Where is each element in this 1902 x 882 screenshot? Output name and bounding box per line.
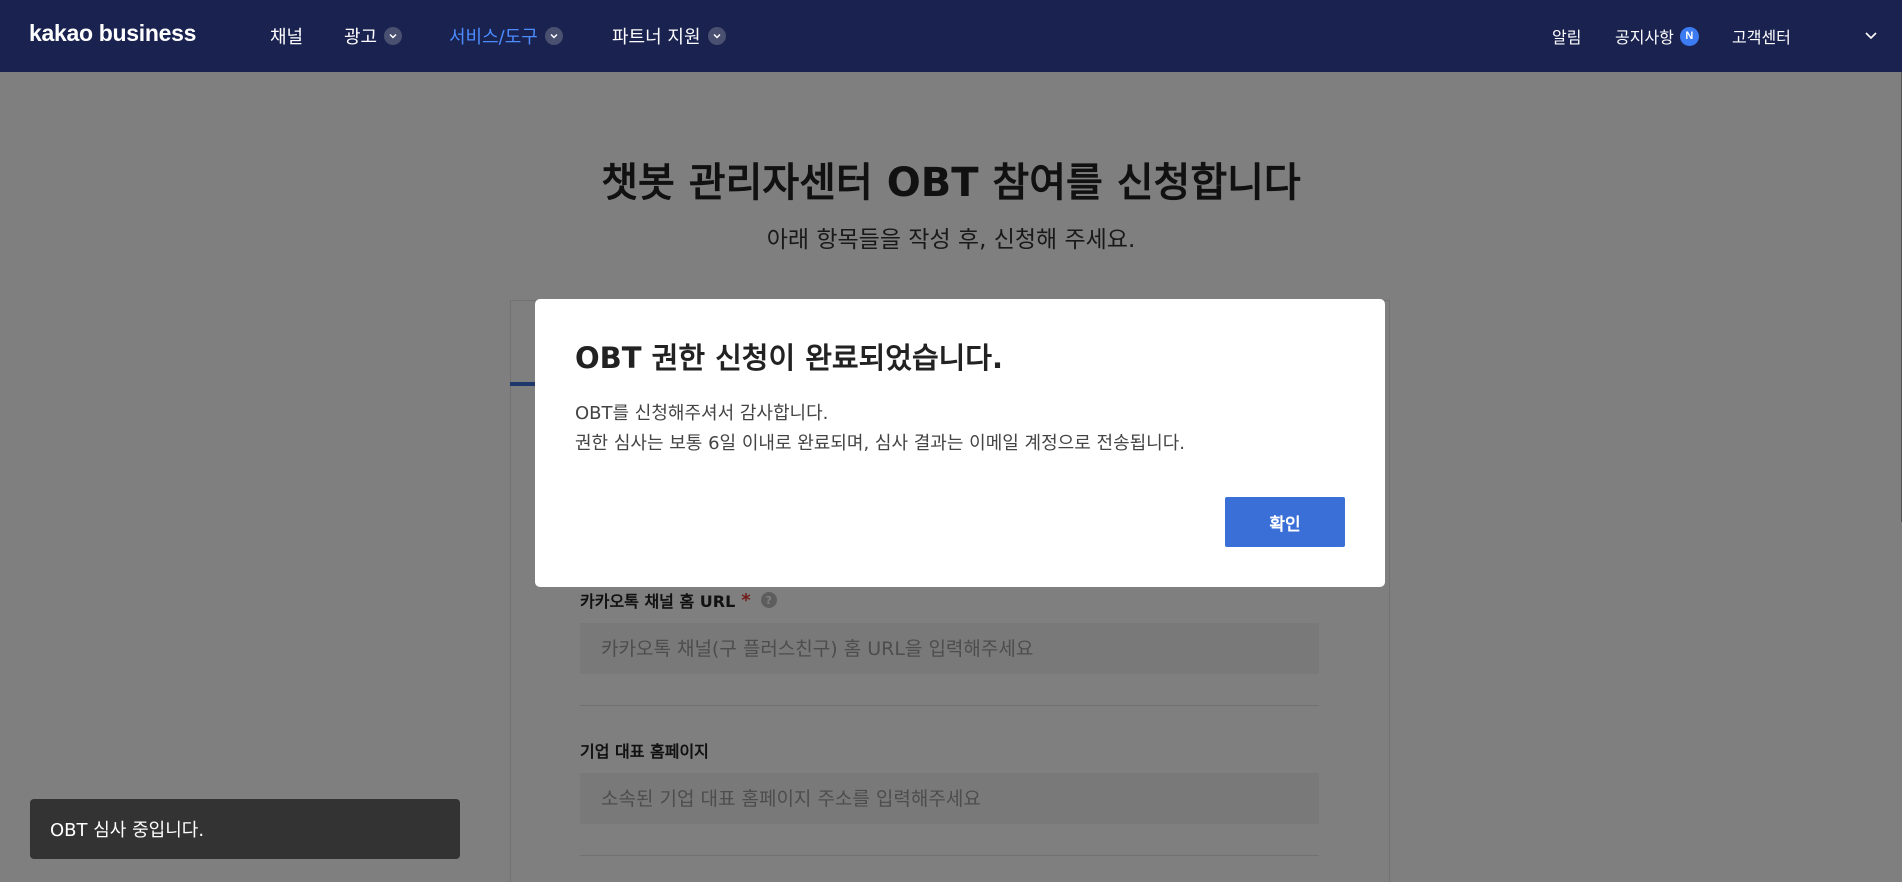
nav-item-label: 광고 bbox=[344, 27, 378, 48]
dialog-message-line: OBT를 신청해주셔서 감사합니다. bbox=[575, 403, 829, 424]
nav-item-label: 채널 bbox=[270, 27, 304, 48]
nav-item-ads[interactable]: 광고 bbox=[344, 22, 403, 50]
account-chevron-down-icon[interactable] bbox=[1864, 28, 1878, 42]
dialog-title: OBT 권한 신청이 완료되었습니다. bbox=[575, 341, 1004, 375]
nav-item-partner-support[interactable]: 파트너 지원 bbox=[612, 22, 726, 50]
nav-item-label: 파트너 지원 bbox=[612, 27, 701, 48]
toast-message: OBT 심사 중입니다. bbox=[50, 820, 205, 841]
notifications-link[interactable]: 알림 bbox=[1552, 24, 1581, 48]
support-center-link[interactable]: 고객센터 bbox=[1732, 24, 1791, 48]
notices-label: 공지사항 bbox=[1615, 28, 1674, 47]
top-navigation-bar: kakao business 채널 광고 서비스/도구 파트너 지원 알림 공지… bbox=[0, 0, 1902, 72]
dialog-message-line: 권한 심사는 보통 6일 이내로 완료되며, 심사 결과는 이메일 계정으로 전… bbox=[575, 433, 1186, 454]
nav-item-channel[interactable]: 채널 bbox=[270, 22, 303, 50]
dialog-body: OBT를 신청해주셔서 감사합니다. 권한 심사는 보통 6일 이내로 완료되며… bbox=[575, 399, 1185, 459]
nav-item-services-tools[interactable]: 서비스/도구 bbox=[449, 22, 563, 50]
new-badge: N bbox=[1679, 26, 1699, 46]
notifications-label: 알림 bbox=[1552, 28, 1582, 47]
toast-notification: OBT 심사 중입니다. bbox=[30, 799, 460, 859]
chevron-down-icon bbox=[544, 27, 563, 45]
nav-item-label: 서비스/도구 bbox=[449, 27, 538, 48]
kakao-business-logo[interactable]: kakao business bbox=[29, 20, 196, 47]
notices-link[interactable]: 공지사항 N bbox=[1615, 24, 1699, 48]
chevron-down-icon bbox=[707, 27, 726, 45]
chevron-down-icon bbox=[384, 27, 403, 45]
confirm-button[interactable]: 확인 bbox=[1225, 497, 1345, 547]
obt-complete-dialog: OBT 권한 신청이 완료되었습니다. OBT를 신청해주셔서 감사합니다. 권… bbox=[535, 299, 1385, 587]
support-center-label: 고객센터 bbox=[1732, 28, 1791, 47]
